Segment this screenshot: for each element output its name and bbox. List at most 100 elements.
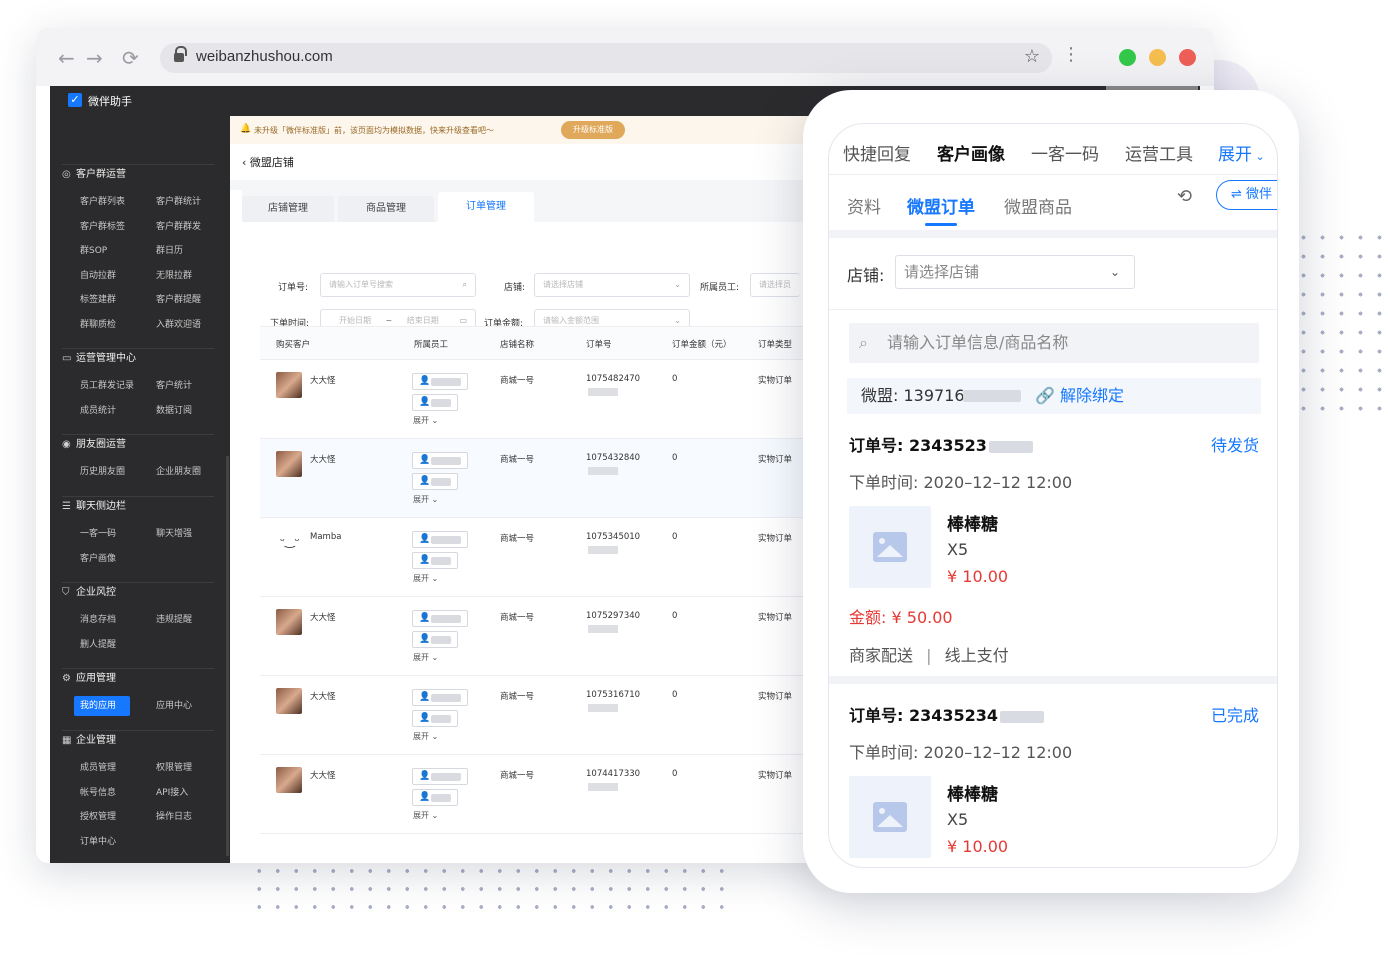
sidebar-group-title[interactable]: ▦ 企业管理 (62, 730, 214, 750)
sidebar-item[interactable]: 客户统计 (138, 374, 214, 399)
tab-customer-profile[interactable]: 客户画像 (937, 140, 1005, 165)
expand-toggle[interactable]: 展开 ⌄ (413, 573, 438, 584)
browser-menu-icon[interactable]: ⋮ (1062, 44, 1080, 65)
order-no: 1075482470 (586, 374, 641, 384)
shop-select[interactable]: 请选择店铺 ⌄ (895, 255, 1135, 289)
window-maximize-dot[interactable] (1119, 49, 1136, 66)
bell-icon: 🔔 (240, 124, 252, 134)
sidebar-item[interactable]: 权限管理 (138, 756, 214, 781)
order-time: 下单时间: 2020–12–12 12:00 (849, 739, 1072, 763)
sidebar-item[interactable]: 应用中心 (138, 694, 214, 719)
back-chevron-icon[interactable]: ‹ (242, 156, 250, 169)
expand-toggle[interactable]: 展开 ⌄ (413, 494, 438, 505)
bookmark-star-icon[interactable]: ☆ (1024, 46, 1040, 67)
sidebar-item[interactable]: 无限拉群 (138, 264, 214, 289)
upgrade-button[interactable]: 升级标准版 (561, 121, 625, 139)
sidebar-item[interactable]: 违规提醒 (138, 608, 214, 633)
subtab-profile[interactable]: 资料 (847, 193, 881, 218)
back-arrow-icon[interactable]: ← (58, 46, 75, 70)
unbind-link[interactable]: 🔗 解除绑定 (1035, 378, 1124, 414)
masked-order-no (1000, 710, 1045, 723)
sidebar-item[interactable]: 聊天增强 (138, 522, 214, 547)
sidebar-group-title[interactable]: ◎ 客户群运营 (62, 164, 214, 184)
tab-ops-tools[interactable]: 运营工具 (1125, 140, 1193, 165)
address-bar[interactable]: weibanzhushou.com ☆ (160, 43, 1052, 73)
sidebar-item[interactable]: 群SOP (62, 239, 138, 264)
moments-icon: ◉ (62, 439, 71, 450)
sidebar-item[interactable]: 客户群统计 (138, 190, 214, 215)
sidebar-group-title[interactable]: ⚙ 应用管理 (62, 668, 214, 688)
sidebar-item[interactable]: 帐号信息 (62, 781, 138, 806)
sidebar-item[interactable]: 操作日志 (138, 805, 214, 830)
sidebar-item[interactable]: 标签建群 (62, 288, 138, 313)
sidebar-item[interactable]: 企业朋友圈 (138, 460, 214, 485)
search-icon[interactable]: ⌕ (463, 274, 467, 296)
shop-select[interactable]: 请选择店铺 ⌄ (534, 273, 690, 297)
sidebar-item[interactable]: 数据订阅 (138, 399, 214, 424)
forward-arrow-icon[interactable]: → (86, 46, 103, 70)
sidebar-item[interactable]: API接入 (138, 781, 214, 806)
order-amount: 0 (672, 453, 678, 463)
sidebar-item[interactable]: 成员统计 (62, 399, 138, 424)
sidebar-group-title[interactable]: ◉ 朋友圈运营 (62, 434, 214, 454)
order-no-input[interactable]: 请输入订单号搜索 ⌕ (320, 273, 476, 297)
expand-toggle[interactable]: 展开 ⌄ (413, 731, 438, 742)
tab-quick-reply[interactable]: 快捷回复 (843, 140, 911, 165)
expand-toggle[interactable]: 展开 ⌄ (413, 415, 438, 426)
subtab-weimeng-products[interactable]: 微盟商品 (1004, 193, 1072, 218)
sidebar-item[interactable]: 客户群提醒 (138, 288, 214, 313)
sidebar-item[interactable]: 客户群列表 (62, 190, 138, 215)
masked-staff (431, 536, 461, 544)
sidebar-scrollbar[interactable] (226, 456, 229, 856)
tab-one-customer-code[interactable]: 一客一码 (1031, 140, 1099, 165)
sidebar-item[interactable]: 群日历 (138, 239, 214, 264)
person-icon: 👤 (419, 455, 431, 465)
sidebar-item[interactable]: 我的应用 (74, 696, 130, 716)
expand-toggle[interactable]: 展开 ⌄ (413, 652, 438, 663)
tab-order-management[interactable]: 订单管理 (438, 192, 534, 222)
sidebar-item[interactable]: 历史朋友圈 (62, 460, 138, 485)
switch-weixin-button[interactable]: ⇌ 微伴 (1216, 180, 1277, 210)
masked-staff (431, 615, 461, 623)
sidebar-group-title[interactable]: ▭ 运营管理中心 (62, 348, 214, 368)
sidebar-item-grid: 一客一码 聊天增强 客户画像 (62, 522, 214, 571)
sidebar-item[interactable]: 员工群发记录 (62, 374, 138, 399)
sidebar-item[interactable]: 客户画像 (62, 547, 138, 572)
sidebar-item[interactable]: 授权管理 (62, 805, 138, 830)
browser-toolbar: ← → ⟳ weibanzhushou.com ☆ ⋮ (36, 28, 1214, 86)
sidebar-item[interactable]: 客户群标签 (62, 215, 138, 240)
sidebar-item[interactable]: 成员管理 (62, 756, 138, 781)
subtab-weimeng-orders[interactable]: 微盟订单 (907, 193, 975, 218)
staff-select[interactable]: 请选择员 (750, 273, 800, 297)
tab-shop-management[interactable]: 店铺管理 (242, 196, 334, 222)
sidebar-item[interactable]: 订单中心 (62, 830, 138, 855)
order-type: 实物订单 (758, 692, 793, 702)
sidebar-item[interactable]: 删人提醒 (62, 633, 138, 658)
breadcrumb[interactable]: ‹ 微盟店铺 (242, 154, 294, 170)
payment-method: 线上支付 (944, 646, 1009, 665)
sidebar-item[interactable]: 消息存档 (62, 608, 138, 633)
sidebar-group: ⛉ 企业风控消息存档 违规提醒 删人提醒 (62, 582, 214, 657)
chevron-down-icon: ⌄ (674, 280, 681, 289)
window-minimize-dot[interactable] (1149, 49, 1166, 66)
tab-product-management[interactable]: 商品管理 (338, 196, 434, 222)
sidebar-item[interactable]: 入群欢迎语 (138, 313, 214, 338)
window-close-dot[interactable] (1179, 49, 1196, 66)
image-placeholder-icon (873, 802, 907, 832)
phone-panel: 快捷回复 客户画像 一客一码 运营工具 展开 ⌄ 资料 微盟订单 微盟商品 ⟲ … (803, 90, 1299, 893)
order-type: 实物订单 (758, 376, 793, 386)
reload-icon[interactable]: ⟳ (122, 46, 139, 70)
tab-expand[interactable]: 展开 ⌄ (1218, 140, 1265, 165)
sidebar-item[interactable]: 自动拉群 (62, 264, 138, 289)
expand-toggle[interactable]: 展开 ⌄ (413, 810, 438, 821)
notice-text: 未升级「微伴标准版」前，该页面均为模拟数据，快来升级查看吧～ (254, 126, 494, 135)
sidebar-group-title[interactable]: ☰ 聊天侧边栏 (62, 496, 214, 516)
sidebar-item[interactable]: 群聊质检 (62, 313, 138, 338)
order-no-value: 2343523 (908, 436, 987, 455)
order-search-input[interactable]: ⌕ 请输入订单信息/商品名称 (849, 323, 1259, 363)
expand-label: 展开 (413, 574, 429, 583)
sidebar-group-title[interactable]: ⛉ 企业风控 (62, 582, 214, 602)
sidebar-item[interactable]: 客户群群发 (138, 215, 214, 240)
sidebar-item[interactable]: 一客一码 (62, 522, 138, 547)
refresh-icon[interactable]: ⟲ (1177, 186, 1192, 207)
